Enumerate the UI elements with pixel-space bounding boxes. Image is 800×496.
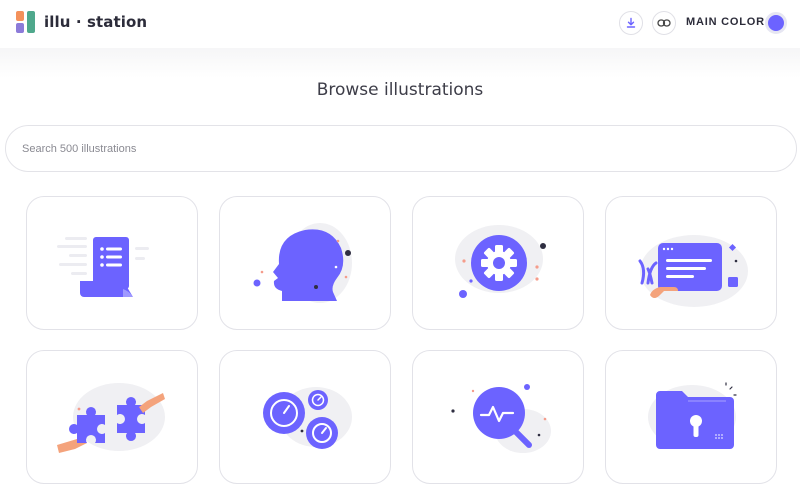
illustration-card-hand-holding-card[interactable] bbox=[605, 196, 777, 330]
illustration-card-document-list[interactable] bbox=[26, 196, 198, 330]
illustration-card-activity-search[interactable] bbox=[412, 350, 584, 484]
speed-gauges-illustration bbox=[263, 387, 352, 449]
locked-folder-illustration bbox=[648, 382, 737, 449]
illustration-card-settings-gear[interactable] bbox=[412, 196, 584, 330]
illustration-card-speed-gauges[interactable] bbox=[219, 350, 391, 484]
illustration-card-head-profile[interactable] bbox=[219, 196, 391, 330]
head-profile-illustration bbox=[253, 223, 352, 303]
hand-holding-card-illustration bbox=[638, 235, 748, 307]
puzzle-hands-illustration bbox=[57, 383, 165, 453]
settings-gear-illustration bbox=[455, 225, 546, 298]
illustration-card-locked-folder[interactable] bbox=[605, 350, 777, 484]
activity-search-illustration bbox=[451, 384, 551, 453]
document-list-illustration bbox=[57, 237, 149, 297]
illustration-grid bbox=[0, 0, 800, 496]
illustration-card-puzzle-hands[interactable] bbox=[26, 350, 198, 484]
